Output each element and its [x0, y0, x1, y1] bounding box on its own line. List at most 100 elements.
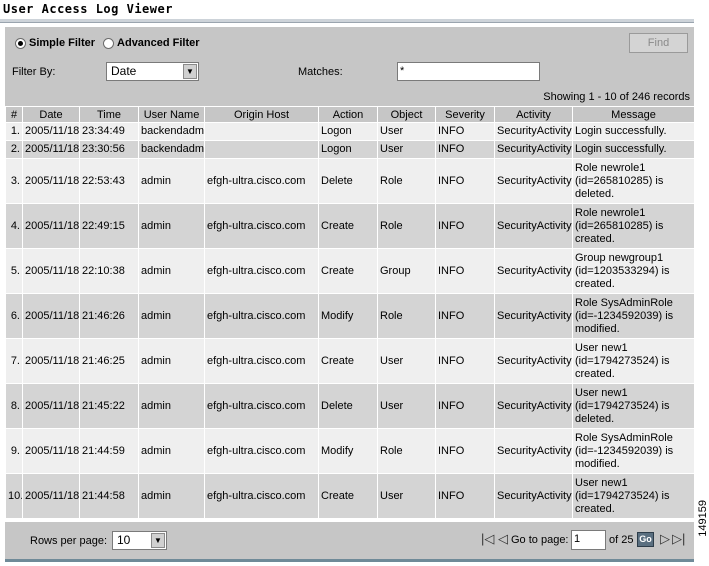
page-title: User Access Log Viewer — [3, 2, 173, 16]
cell-message: User new1 (id=1794273524) is deleted. — [572, 383, 695, 429]
cell-action: Modify — [318, 428, 378, 474]
cell-activity: SecurityActivity — [494, 248, 573, 294]
advanced-filter-radio[interactable]: Advanced Filter — [103, 37, 200, 49]
column-header-user-name[interactable]: User Name — [138, 106, 205, 123]
cell-number: 10. — [5, 473, 23, 519]
title-divider — [0, 19, 694, 23]
table-row[interactable]: 7. 2005/11/18 21:46:25 admin efgh-ultra.… — [5, 338, 695, 384]
advanced-filter-label: Advanced Filter — [117, 37, 200, 49]
column-header-action[interactable]: Action — [318, 106, 378, 123]
cell-date: 2005/11/18 — [22, 473, 80, 519]
cell-object: User — [377, 473, 436, 519]
cell-number: 8. — [5, 383, 23, 429]
column-header-activity[interactable]: Activity — [494, 106, 573, 123]
cell-severity: INFO — [435, 338, 495, 384]
cell-action: Create — [318, 203, 378, 249]
table-row[interactable]: 2. 2005/11/18 23:30:56 backendadm Logon … — [5, 140, 695, 159]
page-number-value: 1 — [574, 533, 581, 545]
cell-user: admin — [138, 338, 205, 384]
column-header-message[interactable]: Message — [572, 106, 695, 123]
table-row[interactable]: 10. 2005/11/18 21:44:58 admin efgh-ultra… — [5, 473, 695, 519]
cell-host — [204, 140, 319, 159]
cell-object: Role — [377, 293, 436, 339]
column-header-time[interactable]: Time — [79, 106, 139, 123]
cell-severity: INFO — [435, 203, 495, 249]
radio-unselected-icon — [103, 37, 115, 49]
cell-host: efgh-ultra.cisco.com — [204, 293, 319, 339]
cell-time: 21:44:58 — [79, 473, 139, 519]
cell-severity: INFO — [435, 428, 495, 474]
find-button[interactable]: Find — [629, 33, 688, 53]
cell-date: 2005/11/18 — [22, 158, 80, 204]
cell-action: Create — [318, 473, 378, 519]
first-page-icon[interactable]: |◁ — [481, 532, 494, 546]
cell-time: 21:46:26 — [79, 293, 139, 339]
previous-page-icon[interactable]: ◁ — [498, 532, 508, 546]
table-row[interactable]: 5. 2005/11/18 22:10:38 admin efgh-ultra.… — [5, 248, 695, 294]
cell-user: admin — [138, 248, 205, 294]
cell-time: 22:10:38 — [79, 248, 139, 294]
cell-date: 2005/11/18 — [22, 383, 80, 429]
simple-filter-radio[interactable]: Simple Filter — [15, 37, 95, 49]
cell-time: 22:53:43 — [79, 158, 139, 204]
cell-message: Group newgroup1 (id=1203533294) is creat… — [572, 248, 695, 294]
next-page-icon[interactable]: ▷ — [660, 532, 670, 546]
filter-by-value: Date — [111, 64, 137, 78]
cell-message: Login successfully. — [572, 140, 695, 159]
cell-action: Logon — [318, 122, 378, 141]
cell-date: 2005/11/18 — [22, 338, 80, 384]
cell-severity: INFO — [435, 473, 495, 519]
matches-input[interactable]: * — [397, 62, 540, 81]
log-table: # Date Time User Name Origin Host Action… — [5, 106, 695, 519]
cell-user: backendadm — [138, 122, 205, 141]
cell-message: User new1 (id=1794273524) is created. — [572, 473, 695, 519]
rows-per-page-value: 10 — [117, 533, 131, 547]
go-button[interactable]: Go — [637, 532, 654, 547]
cell-time: 21:44:59 — [79, 428, 139, 474]
cell-host: efgh-ultra.cisco.com — [204, 203, 319, 249]
column-header-object[interactable]: Object — [377, 106, 436, 123]
cell-object: Role — [377, 203, 436, 249]
cell-message: User new1 (id=1794273524) is created. — [572, 338, 695, 384]
table-row[interactable]: 1. 2005/11/18 23:34:49 backendadm Logon … — [5, 122, 695, 141]
cell-host: efgh-ultra.cisco.com — [204, 248, 319, 294]
cell-user: backendadm — [138, 140, 205, 159]
column-header-origin-host[interactable]: Origin Host — [204, 106, 319, 123]
cell-object: Role — [377, 428, 436, 474]
cell-severity: INFO — [435, 122, 495, 141]
table-row[interactable]: 3. 2005/11/18 22:53:43 admin efgh-ultra.… — [5, 158, 695, 204]
filter-by-label: Filter By: — [12, 66, 56, 78]
table-row[interactable]: 9. 2005/11/18 21:44:59 admin efgh-ultra.… — [5, 428, 695, 474]
table-row[interactable]: 8. 2005/11/18 21:45:22 admin efgh-ultra.… — [5, 383, 695, 429]
filter-by-select[interactable]: Date ▼ — [106, 62, 199, 81]
cell-activity: SecurityActivity — [494, 383, 573, 429]
cell-message: Role newrole1 (id=265810285) is deleted. — [572, 158, 695, 204]
page-number-input[interactable]: 1 — [571, 530, 606, 550]
cell-date: 2005/11/18 — [22, 140, 80, 159]
cell-time: 23:30:56 — [79, 140, 139, 159]
cell-severity: INFO — [435, 140, 495, 159]
cell-number: 1. — [5, 122, 23, 141]
last-page-icon[interactable]: ▷| — [672, 532, 685, 546]
goto-page-label: Go to page: — [511, 534, 569, 546]
column-header-number[interactable]: # — [5, 106, 23, 123]
figure-id: 149159 — [697, 500, 709, 537]
column-header-severity[interactable]: Severity — [435, 106, 495, 123]
table-row[interactable]: 6. 2005/11/18 21:46:26 admin efgh-ultra.… — [5, 293, 695, 339]
cell-severity: INFO — [435, 158, 495, 204]
cell-user: admin — [138, 293, 205, 339]
cell-action: Modify — [318, 293, 378, 339]
pagination-bar: Rows per page: 10 ▼ |◁ ◁ Go to page: 1 o… — [5, 522, 694, 559]
rows-per-page-label: Rows per page: — [30, 535, 108, 547]
cell-action: Create — [318, 248, 378, 294]
table-header-row: # Date Time User Name Origin Host Action… — [5, 106, 695, 123]
cell-number: 2. — [5, 140, 23, 159]
column-header-date[interactable]: Date — [22, 106, 80, 123]
cell-host: efgh-ultra.cisco.com — [204, 428, 319, 474]
table-row[interactable]: 4. 2005/11/18 22:49:15 admin efgh-ultra.… — [5, 203, 695, 249]
filter-panel: Simple Filter Advanced Filter Find Filte… — [5, 27, 694, 90]
rows-per-page-select[interactable]: 10 ▼ — [112, 531, 167, 550]
cell-host: efgh-ultra.cisco.com — [204, 338, 319, 384]
records-summary-bar: Showing 1 - 10 of 246 records — [5, 90, 694, 106]
cell-number: 7. — [5, 338, 23, 384]
